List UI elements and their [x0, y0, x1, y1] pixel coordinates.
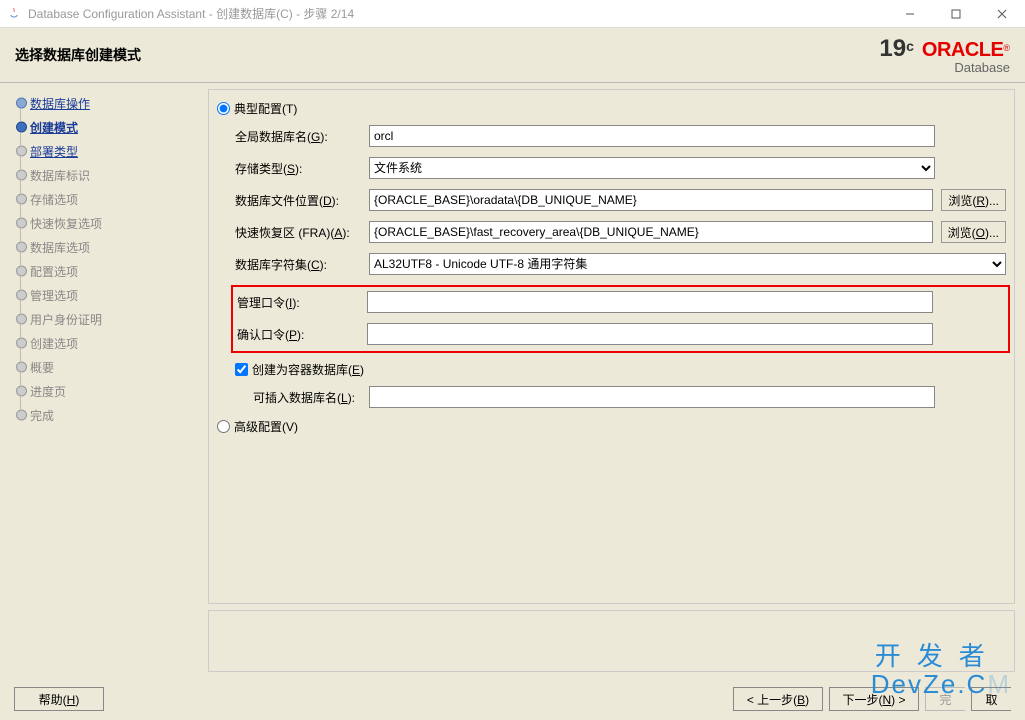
browse-db-file-button[interactable]: 浏览(R)... — [941, 189, 1006, 211]
wizard-step-label: 数据库选项 — [30, 239, 90, 256]
wizard-step-label: 创建选项 — [30, 335, 78, 352]
wizard-step: 快速恢复选项 — [10, 211, 200, 235]
confirm-pwd-label: 确认口令(P): — [237, 326, 367, 343]
password-highlight-box: 管理口令(I): 确认口令(P): — [231, 285, 1010, 353]
browse-fra-button[interactable]: 浏览(O)... — [941, 221, 1006, 243]
container-db-label: 创建为容器数据库(E) — [252, 361, 364, 378]
wizard-step-link[interactable]: 创建模式 — [30, 119, 78, 136]
typical-config-radio[interactable] — [217, 102, 230, 115]
maximize-button[interactable] — [933, 0, 979, 27]
wizard-step: 存储选项 — [10, 187, 200, 211]
wizard-step: 进度页 — [10, 379, 200, 403]
admin-pwd-input[interactable] — [367, 291, 933, 313]
storage-type-select[interactable]: 文件系统 — [369, 157, 935, 179]
pdb-name-label: 可插入数据库名(L): — [253, 389, 369, 406]
main-panel: 典型配置(T) 全局数据库名(G): 存储类型(S): 文件系统 数据库文件位置… — [200, 83, 1025, 678]
pdb-name-input[interactable] — [369, 386, 935, 408]
wizard-step: 配置选项 — [10, 259, 200, 283]
charset-label: 数据库字符集(C): — [235, 256, 369, 273]
wizard-step: 创建选项 — [10, 331, 200, 355]
wizard-step-label: 管理选项 — [30, 287, 78, 304]
java-icon — [6, 6, 22, 22]
close-button[interactable] — [979, 0, 1025, 27]
admin-pwd-label: 管理口令(I): — [237, 294, 367, 311]
fra-label: 快速恢复区 (FRA)(A): — [235, 224, 369, 241]
fra-input[interactable] — [369, 221, 933, 243]
wizard-step[interactable]: 创建模式 — [10, 115, 200, 139]
wizard-steps-sidebar: 数据库操作创建模式部署类型数据库标识存储选项快速恢复选项数据库选项配置选项管理选… — [0, 83, 200, 678]
wizard-step-label: 概要 — [30, 359, 54, 376]
advanced-config-radio[interactable] — [217, 420, 230, 433]
wizard-step-label: 用户身份证明 — [30, 311, 102, 328]
cancel-button[interactable]: 取 — [971, 687, 1011, 711]
wizard-step-label: 快速恢复选项 — [30, 215, 102, 232]
back-button[interactable]: < 上一步(B) — [733, 687, 823, 711]
wizard-step: 数据库选项 — [10, 235, 200, 259]
wizard-step: 完成 — [10, 403, 200, 427]
db-file-loc-label: 数据库文件位置(D): — [235, 192, 369, 209]
wizard-step: 用户身份证明 — [10, 307, 200, 331]
wizard-step-label: 数据库标识 — [30, 167, 90, 184]
titlebar: Database Configuration Assistant - 创建数据库… — [0, 0, 1025, 28]
minimize-button[interactable] — [887, 0, 933, 27]
confirm-pwd-input[interactable] — [367, 323, 933, 345]
typical-config-radio-row: 典型配置(T) — [217, 100, 1006, 117]
wizard-step-label: 进度页 — [30, 383, 66, 400]
charset-select[interactable]: AL32UTF8 - Unicode UTF-8 通用字符集 — [369, 253, 1006, 275]
message-area — [208, 610, 1015, 672]
wizard-step-label: 存储选项 — [30, 191, 78, 208]
wizard-step-link[interactable]: 部署类型 — [30, 143, 78, 160]
wizard-step: 概要 — [10, 355, 200, 379]
global-db-input[interactable] — [369, 125, 935, 147]
window-title: Database Configuration Assistant - 创建数据库… — [28, 5, 887, 22]
container-db-checkbox[interactable] — [235, 363, 248, 376]
page-title: 选择数据库创建模式 — [15, 45, 141, 65]
wizard-step[interactable]: 数据库操作 — [10, 91, 200, 115]
window-controls — [887, 0, 1025, 27]
wizard-step[interactable]: 部署类型 — [10, 139, 200, 163]
next-button[interactable]: 下一步(N) > — [829, 687, 919, 711]
wizard-step-label: 配置选项 — [30, 263, 78, 280]
wizard-step-link[interactable]: 数据库操作 — [30, 95, 90, 112]
advanced-config-label: 高级配置(V) — [234, 418, 298, 435]
storage-type-label: 存储类型(S): — [235, 160, 369, 177]
header: 选择数据库创建模式 19c ORACLE® Database — [0, 28, 1025, 83]
finish-button[interactable]: 完 — [925, 687, 965, 711]
help-button[interactable]: 帮助(H) — [14, 687, 104, 711]
wizard-step-label: 完成 — [30, 407, 54, 424]
db-file-loc-input[interactable] — [369, 189, 933, 211]
footer: 帮助(H) < 上一步(B) 下一步(N) > 完 取 — [0, 678, 1025, 720]
typical-config-label: 典型配置(T) — [234, 100, 297, 117]
wizard-step: 管理选项 — [10, 283, 200, 307]
wizard-step: 数据库标识 — [10, 163, 200, 187]
global-db-label: 全局数据库名(G): — [235, 128, 369, 145]
brand-logo: 19c ORACLE® Database — [879, 37, 1010, 74]
